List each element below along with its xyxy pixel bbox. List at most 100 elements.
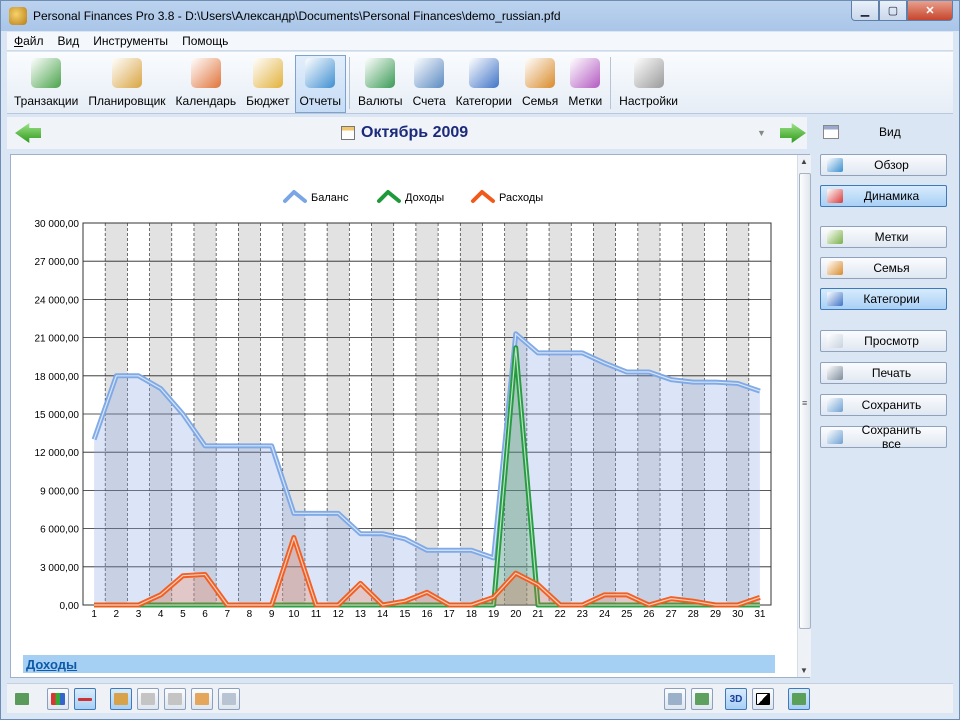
menu-bar: Файл Вид Инструменты Помощь <box>7 32 953 51</box>
dynamics-chart: 0,00 3 000,00 6 000,00 9 000,00 12 000,00 15 … <box>35 190 772 620</box>
reports-icon <box>305 58 336 88</box>
toolbar-button-transactions[interactable]: Транзакции <box>9 55 83 113</box>
panel-toggle-button[interactable] <box>788 688 810 710</box>
period-custom-button[interactable] <box>218 688 240 710</box>
toolbar-button-label: Настройки <box>619 94 679 108</box>
sidebar-button-family[interactable]: Семья <box>820 257 947 279</box>
toolbar-button-currencies[interactable]: Валюты <box>353 55 408 113</box>
app-window: Personal Finances Pro 3.8 - D:\Users\Але… <box>0 0 960 720</box>
period-dropdown-icon[interactable]: ▼ <box>757 128 766 138</box>
period-year-button[interactable] <box>191 688 213 710</box>
toolbar-button-accounts[interactable]: Счета <box>408 55 451 113</box>
scroll-down-icon[interactable]: ▼ <box>800 666 808 675</box>
legend-label: Доходы <box>405 192 444 204</box>
calendar-halfyear-icon <box>168 693 182 705</box>
period-month-button[interactable] <box>110 688 132 710</box>
calendar-icon <box>341 126 355 140</box>
maximize-button[interactable]: ▢ <box>879 1 907 21</box>
budget-icon <box>252 58 283 88</box>
vertical-scrollbar[interactable]: ▲ ≡ ▼ <box>797 155 811 677</box>
minimize-button[interactable]: ▁ <box>851 1 879 21</box>
y-tick-label: 27 000,00 <box>35 257 80 268</box>
calendar-custom-icon <box>222 693 236 705</box>
toolbar-separator <box>610 57 612 109</box>
sidebar-button-categories[interactable]: Категории <box>820 288 947 310</box>
sidebar-button-label: Семья <box>873 261 910 275</box>
y-tick-label: 30 000,00 <box>35 219 80 230</box>
sidebar-button-label: Сохранить <box>861 398 922 412</box>
toolbar-button-calendar[interactable]: Календарь <box>171 55 242 113</box>
scroll-up-icon[interactable]: ▲ <box>800 157 808 166</box>
save-icon <box>827 398 843 412</box>
menu-tools-label: Инструменты <box>93 34 169 48</box>
x-tick-label: 2 <box>114 609 120 620</box>
minimize-icon: ▁ <box>860 5 870 17</box>
toolbar-button-categories[interactable]: Категории <box>451 55 517 113</box>
currencies-icon <box>365 58 396 88</box>
toolbar-button-budget[interactable]: Бюджет <box>241 55 294 113</box>
x-tick-label: 15 <box>399 609 411 620</box>
legend-label: Баланс <box>311 192 349 204</box>
menu-help[interactable]: Помощь <box>175 34 235 48</box>
zoom-in-button[interactable] <box>691 688 713 710</box>
x-tick-label: 31 <box>754 609 766 620</box>
line-chart-button[interactable] <box>74 688 96 710</box>
contrast-button[interactable] <box>752 688 774 710</box>
toggle-3d-button[interactable]: 3D <box>725 688 747 710</box>
x-tick-label: 24 <box>599 609 611 620</box>
sidebar-button-save[interactable]: Сохранить <box>820 394 947 416</box>
next-period-arrow-icon[interactable] <box>780 123 806 143</box>
x-tick-label: 4 <box>158 609 164 620</box>
x-tick-label: 18 <box>466 609 478 620</box>
bar-chart-icon <box>51 693 65 705</box>
previous-period-arrow-icon[interactable] <box>15 123 41 143</box>
sidebar-button-pie[interactable]: Обзор <box>820 154 947 176</box>
menu-file-label: айл <box>23 34 44 48</box>
app-icon[interactable] <box>9 7 27 25</box>
menu-view-label: Вид <box>57 34 80 48</box>
maximize-icon: ▢ <box>887 5 899 17</box>
toolbar-button-family[interactable]: Семья <box>517 55 563 113</box>
export-button[interactable] <box>11 688 33 710</box>
toolbar-button-tags[interactable]: Метки <box>563 55 607 113</box>
period-label: Октябрь 2009 <box>361 124 469 141</box>
bar-chart-button[interactable] <box>47 688 69 710</box>
toolbar-button-planner[interactable]: Планировщик <box>83 55 170 113</box>
period-quarter-button[interactable] <box>137 688 159 710</box>
sidebar-button-dynamics[interactable]: Динамика <box>820 185 947 207</box>
x-tick-label: 3 <box>136 609 142 620</box>
sidebar-button-print[interactable]: Печать <box>820 362 947 384</box>
sidebar-button-tags[interactable]: Метки <box>820 226 947 248</box>
zoom-out-button[interactable] <box>664 688 686 710</box>
y-tick-label: 12 000,00 <box>35 448 80 459</box>
sidebar-button-save-all[interactable]: Сохранить все <box>820 423 947 451</box>
scroll-thumb[interactable]: ≡ <box>799 173 811 629</box>
menu-file[interactable]: Файл <box>7 34 51 48</box>
x-tick-label: 11 <box>311 609 322 620</box>
menu-tools[interactable]: Инструменты <box>86 34 175 48</box>
x-tick-label: 29 <box>710 609 722 620</box>
accounts-icon <box>414 58 445 88</box>
menu-view[interactable]: Вид <box>51 34 87 48</box>
income-section-link[interactable]: Доходы <box>23 655 775 673</box>
view-header-label: Вид <box>879 125 901 139</box>
window-title: Personal Finances Pro 3.8 - D:\Users\Але… <box>33 9 561 23</box>
toggle-3d-label: 3D <box>729 693 743 705</box>
toolbar-button-label: Семья <box>521 94 559 108</box>
sidebar-button-preview[interactable]: Просмотр <box>820 330 947 352</box>
pie-icon <box>827 158 843 172</box>
title-bar[interactable]: Personal Finances Pro 3.8 - D:\Users\Але… <box>1 1 959 31</box>
toolbar-button-settings[interactable]: Настройки <box>614 55 683 113</box>
sidebar-button-label: Категории <box>863 292 920 306</box>
panel-toggle-icon <box>792 693 806 705</box>
period-halfyear-button[interactable] <box>164 688 186 710</box>
dynamics-icon <box>827 189 843 203</box>
sidebar-button-label: Просмотр <box>864 334 919 348</box>
toolbar-button-label: Категории <box>455 94 512 108</box>
sidebar-button-label: Обзор <box>874 158 909 172</box>
period-selector[interactable]: Октябрь 2009 <box>341 124 468 142</box>
x-tick-label: 12 <box>333 609 345 620</box>
toolbar-button-reports[interactable]: Отчеты <box>294 55 347 113</box>
close-button[interactable]: ✕ <box>907 1 953 21</box>
x-tick-label: 20 <box>510 609 522 620</box>
